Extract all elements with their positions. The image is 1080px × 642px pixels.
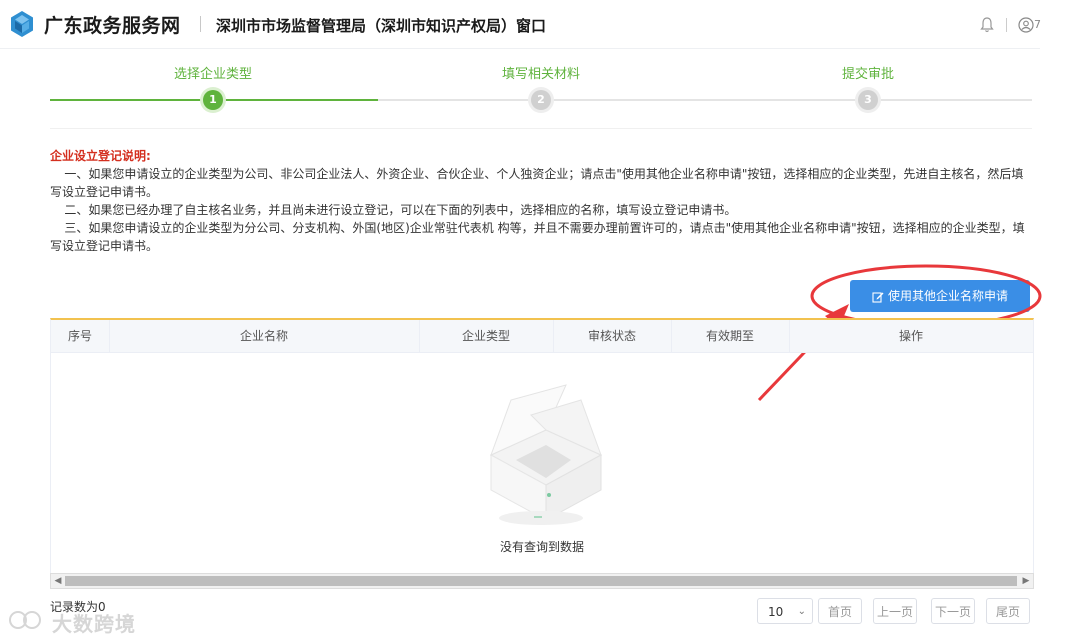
scroll-thumb[interactable] — [65, 576, 1017, 586]
col-enterprise-name: 企业名称 — [109, 320, 420, 352]
step-1-label: 选择企业类型 — [173, 67, 252, 82]
user-name-truncated[interactable]: 7 — [1034, 18, 1041, 31]
chevron-down-icon: ⌄ — [797, 606, 806, 617]
empty-state-text: 没有查询到数据 — [499, 540, 584, 554]
table-header: 序号 企业名称 企业类型 审核状态 有效期至 操作 — [51, 320, 1033, 353]
notice-line-2: 二、如果您已经办理了自主核名业务，并且尚未进行设立登记，可以在下面的列表中，选择… — [64, 203, 737, 217]
last-page-button[interactable]: 尾页 — [986, 598, 1030, 624]
watermark-text: 大数跨境 — [52, 612, 136, 636]
top-header: 广东政务服务网 深圳市市场监督管理局（深圳市知识产权局）窗口 7 — [0, 0, 1041, 49]
header-divider — [200, 16, 201, 32]
scroll-left-arrow[interactable]: ◀ — [51, 574, 65, 588]
gd-logo-icon — [11, 11, 33, 37]
step-3-dot: 3 — [858, 90, 878, 110]
table-horizontal-scrollbar[interactable]: ◀ ▶ — [50, 573, 1034, 589]
department-title: 深圳市市场监督管理局（深圳市知识产权局）窗口 — [216, 17, 547, 35]
col-actions: 操作 — [898, 329, 923, 343]
step-2-dot: 2 — [531, 90, 551, 110]
page-size-select[interactable]: 10 ⌄ — [757, 598, 813, 624]
edit-icon — [872, 291, 884, 303]
apply-button-label: 使用其他企业名称申请 — [887, 289, 1008, 303]
step-3-label: 提交审批 — [841, 67, 894, 82]
notice-line-3: 三、如果您申请设立的企业类型为分公司、分支机构、外国(地区)企业常驻代表机 构等… — [50, 221, 1025, 253]
header-divider-2 — [1006, 18, 1007, 32]
watermark-logo-icon — [9, 611, 41, 629]
col-review-status: 审核状态 — [553, 320, 672, 352]
col-valid-until: 有效期至 — [671, 320, 790, 352]
first-page-button[interactable]: 首页 — [818, 598, 862, 624]
next-page-button[interactable]: 下一页 — [931, 598, 975, 624]
notice-line-1: 一、如果您申请设立的企业类型为公司、非公司企业法人、外资企业、合伙企业、个人独资… — [50, 167, 1024, 199]
col-enterprise-type: 企业类型 — [419, 320, 554, 352]
bell-icon[interactable] — [980, 17, 994, 33]
brand-title[interactable]: 广东政务服务网 — [44, 11, 181, 38]
notice-title: 企业设立登记说明: — [50, 149, 151, 163]
registration-notice: 企业设立登记说明: 一、如果您申请设立的企业类型为公司、非公司企业法人、外资企业… — [50, 147, 1035, 255]
empty-shadow — [499, 511, 583, 525]
step-2-label: 填写相关材料 — [501, 67, 580, 82]
enterprise-table: 序号 企业名称 企业类型 审核状态 有效期至 操作 没有查询到数据 — [50, 318, 1034, 577]
page-size-value: 10 — [768, 605, 784, 619]
scroll-right-arrow[interactable]: ▶ — [1019, 574, 1033, 588]
user-icon[interactable] — [1018, 17, 1034, 33]
prev-page-button[interactable]: 上一页 — [873, 598, 917, 624]
empty-box-icon — [489, 384, 603, 521]
col-index: 序号 — [51, 320, 110, 352]
use-other-name-apply-button[interactable]: 使用其他企业名称申请 — [850, 280, 1030, 312]
progress-steps: 选择企业类型 1 填写相关材料 2 提交审批 3 — [50, 56, 1032, 129]
step-1-dot: 1 — [203, 90, 223, 110]
